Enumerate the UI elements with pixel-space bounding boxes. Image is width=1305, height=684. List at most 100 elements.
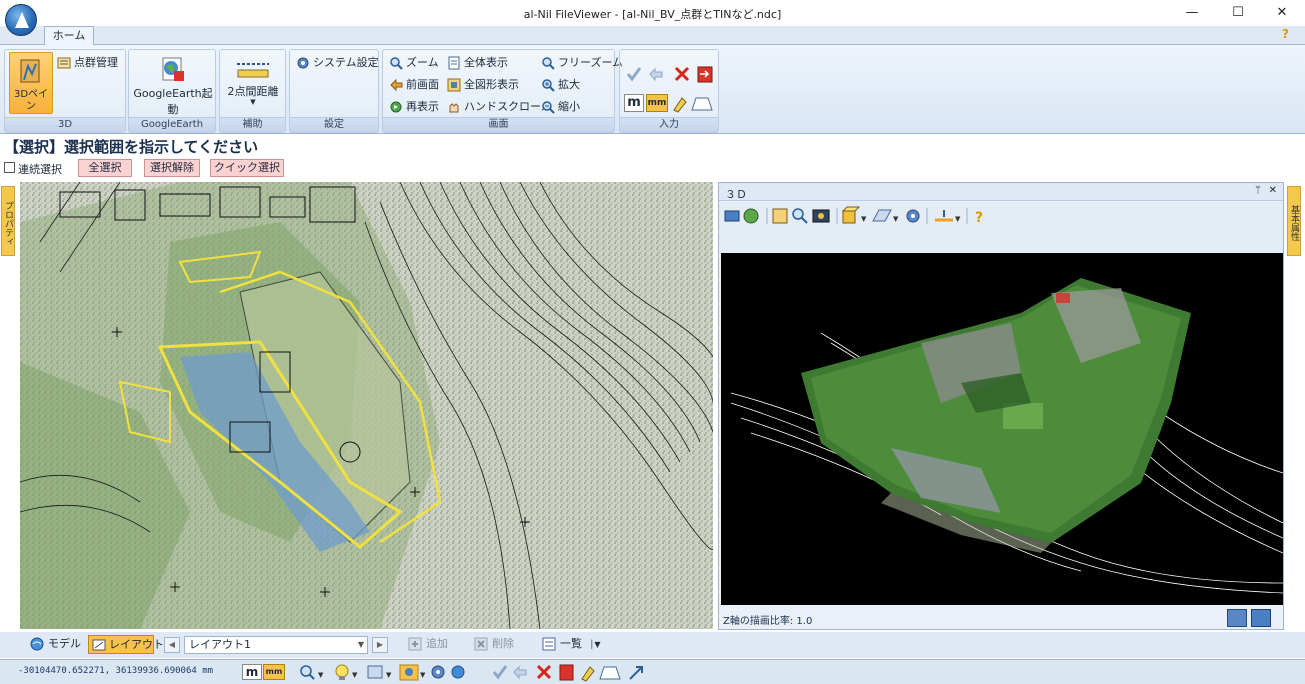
globe-icon — [451, 665, 465, 679]
status-unit-m[interactable]: m — [242, 664, 262, 680]
layout-tab[interactable]: レイアウト — [88, 635, 164, 654]
group-3d: 3Dペイン 点群管理 3D — [4, 49, 126, 133]
close-button[interactable]: ✕ — [1259, 0, 1305, 26]
3d-pane-button[interactable]: 3Dペイン — [9, 52, 53, 114]
3d-toolbar: ▼ ▼ ▼ ? — [719, 202, 1283, 252]
refresh-icon — [390, 101, 402, 113]
googleearth-label: GoogleEarth起動 — [133, 87, 213, 116]
magnifier-icon — [390, 57, 403, 70]
delete-layout-label: 削除 — [492, 637, 514, 650]
googleearth-icon — [162, 57, 184, 81]
add-layout-button[interactable]: 追加 — [408, 635, 448, 654]
svg-text:▼: ▼ — [352, 671, 358, 679]
add-layout-label: 追加 — [426, 637, 448, 650]
3d-tool-icons: ▼ ▼ ▼ ? — [724, 206, 983, 226]
undo-icon — [513, 665, 527, 680]
layout-bar: モデル レイアウト ◀ レイアウト1 ▼ ▶ 追加 削除 一覧 │▼ — [0, 632, 1305, 658]
svg-text:▼: ▼ — [386, 671, 392, 679]
free-zoom-button[interactable]: フリーズーム — [541, 54, 623, 72]
layout-icon — [92, 639, 106, 651]
layout-list-button[interactable]: 一覧 │▼ — [542, 635, 600, 654]
fit-shapes-button[interactable]: 全図形表示 — [447, 76, 519, 94]
pin-icon[interactable]: ᛘ — [1255, 185, 1261, 196]
group-input-label: 入力 — [620, 117, 718, 132]
chevron-down-icon: ▼ — [357, 640, 364, 649]
undo-icon — [649, 67, 663, 82]
pointer-icon — [629, 666, 643, 680]
redraw-label: 再表示 — [406, 100, 439, 113]
title-bar: al-Nil FileViewer - [al-Nil_BV_点群とTINなど.… — [0, 0, 1305, 26]
pencil-icon — [673, 97, 687, 113]
group-settings: システム設定 設定 — [289, 49, 379, 133]
search-icon — [300, 665, 315, 680]
box-icon — [841, 206, 861, 224]
add-icon — [408, 637, 422, 651]
quick-select-button[interactable]: クイック選択 — [210, 159, 284, 177]
distance-button[interactable]: 2点間距離 ▼ — [222, 60, 284, 106]
unit-m-button[interactable]: m — [624, 94, 644, 112]
layout-select-value: レイアウト1 — [189, 638, 251, 651]
3d-pane-title: ３Ｄ — [725, 188, 747, 201]
point-cloud-button[interactable]: 点群管理 — [57, 54, 118, 72]
maximize-button[interactable]: ☐ — [1215, 0, 1261, 26]
group-view-label: 画面 — [383, 117, 614, 132]
fit-all-button[interactable]: 全体表示 — [447, 54, 508, 72]
zoom-label: ズーム — [406, 56, 439, 69]
group-input: m mm 入力 — [619, 49, 719, 133]
system-settings-button[interactable]: システム設定 — [296, 54, 379, 72]
status-unit-mm[interactable]: mm — [263, 664, 285, 680]
continuous-select-label: 連続選択 — [18, 163, 62, 176]
help-icon[interactable]: ? — [1282, 27, 1289, 41]
model-icon — [30, 637, 44, 651]
list-dropdown-icon: │▼ — [589, 640, 601, 649]
frame-icon — [447, 78, 461, 92]
zoom-out-button[interactable]: 縮小 — [541, 98, 580, 116]
continuous-select-checkbox[interactable] — [4, 162, 15, 173]
exit-icon — [559, 664, 574, 681]
settings-gear-icon — [431, 665, 445, 679]
point-cloud-icon — [57, 57, 71, 69]
googleearth-button[interactable]: GoogleEarth起動 — [131, 56, 215, 117]
select-all-button[interactable]: 全選択 — [78, 159, 132, 177]
fit-shapes-label: 全図形表示 — [464, 78, 519, 91]
hand-scroll-button[interactable]: ハンドスクロール — [447, 98, 552, 116]
back-arrow-icon — [390, 78, 403, 92]
ribbon: 3Dペイン 点群管理 3D GoogleEarth起動 GoogleEarth — [0, 44, 1305, 134]
zoom-in-button[interactable]: 拡大 — [541, 76, 580, 94]
redraw-button[interactable]: 再表示 — [389, 98, 439, 116]
zoom-button[interactable]: ズーム — [389, 54, 439, 72]
deselect-button[interactable]: 選択解除 — [144, 159, 200, 177]
gear-icon — [906, 209, 920, 223]
properties-side-tab[interactable]: プロパティ — [1, 186, 15, 256]
ribbon-tab-row: ホーム ? — [0, 26, 1305, 45]
layout-select[interactable]: レイアウト1 ▼ — [184, 636, 368, 654]
attributes-side-tab[interactable]: 基本属性 — [1287, 186, 1301, 256]
check-icon — [492, 665, 508, 680]
layout-list-label: 一覧 — [560, 637, 582, 650]
next-layout-button[interactable]: ▶ — [372, 637, 388, 653]
scale-icon — [935, 210, 953, 222]
svg-text:▼: ▼ — [861, 215, 867, 223]
drawing-view[interactable] — [20, 182, 713, 629]
delete-layout-button[interactable]: 削除 — [474, 635, 514, 654]
previous-layout-button[interactable]: ◀ — [164, 637, 180, 653]
hand-scroll-label: ハンドスクロール — [464, 100, 552, 113]
3d-link-icon[interactable] — [1251, 609, 1271, 627]
group-3d-label: 3D — [5, 117, 125, 132]
app-logo-icon[interactable] — [5, 4, 37, 36]
previous-view-button[interactable]: 前画面 — [389, 76, 439, 94]
search-icon — [792, 208, 808, 224]
fit-all-label: 全体表示 — [464, 56, 508, 69]
unit-mm-button[interactable]: mm — [646, 94, 668, 112]
3d-pane-header: ３Ｄ ᛘ ✕ — [719, 183, 1283, 201]
3d-export-icon[interactable] — [1227, 609, 1247, 627]
pane-close-icon[interactable]: ✕ — [1269, 185, 1277, 196]
minimize-button[interactable]: — — [1169, 0, 1215, 26]
pencil-icon — [581, 666, 595, 682]
zoom-in-icon — [542, 79, 555, 92]
tab-home[interactable]: ホーム — [44, 26, 94, 45]
group-auxiliary-label: 補助 — [220, 117, 285, 132]
model-tab[interactable]: モデル — [30, 635, 81, 654]
z-scale-label: Z軸の描画比率: 1.0 — [723, 616, 813, 627]
3d-canvas[interactable] — [721, 253, 1283, 605]
